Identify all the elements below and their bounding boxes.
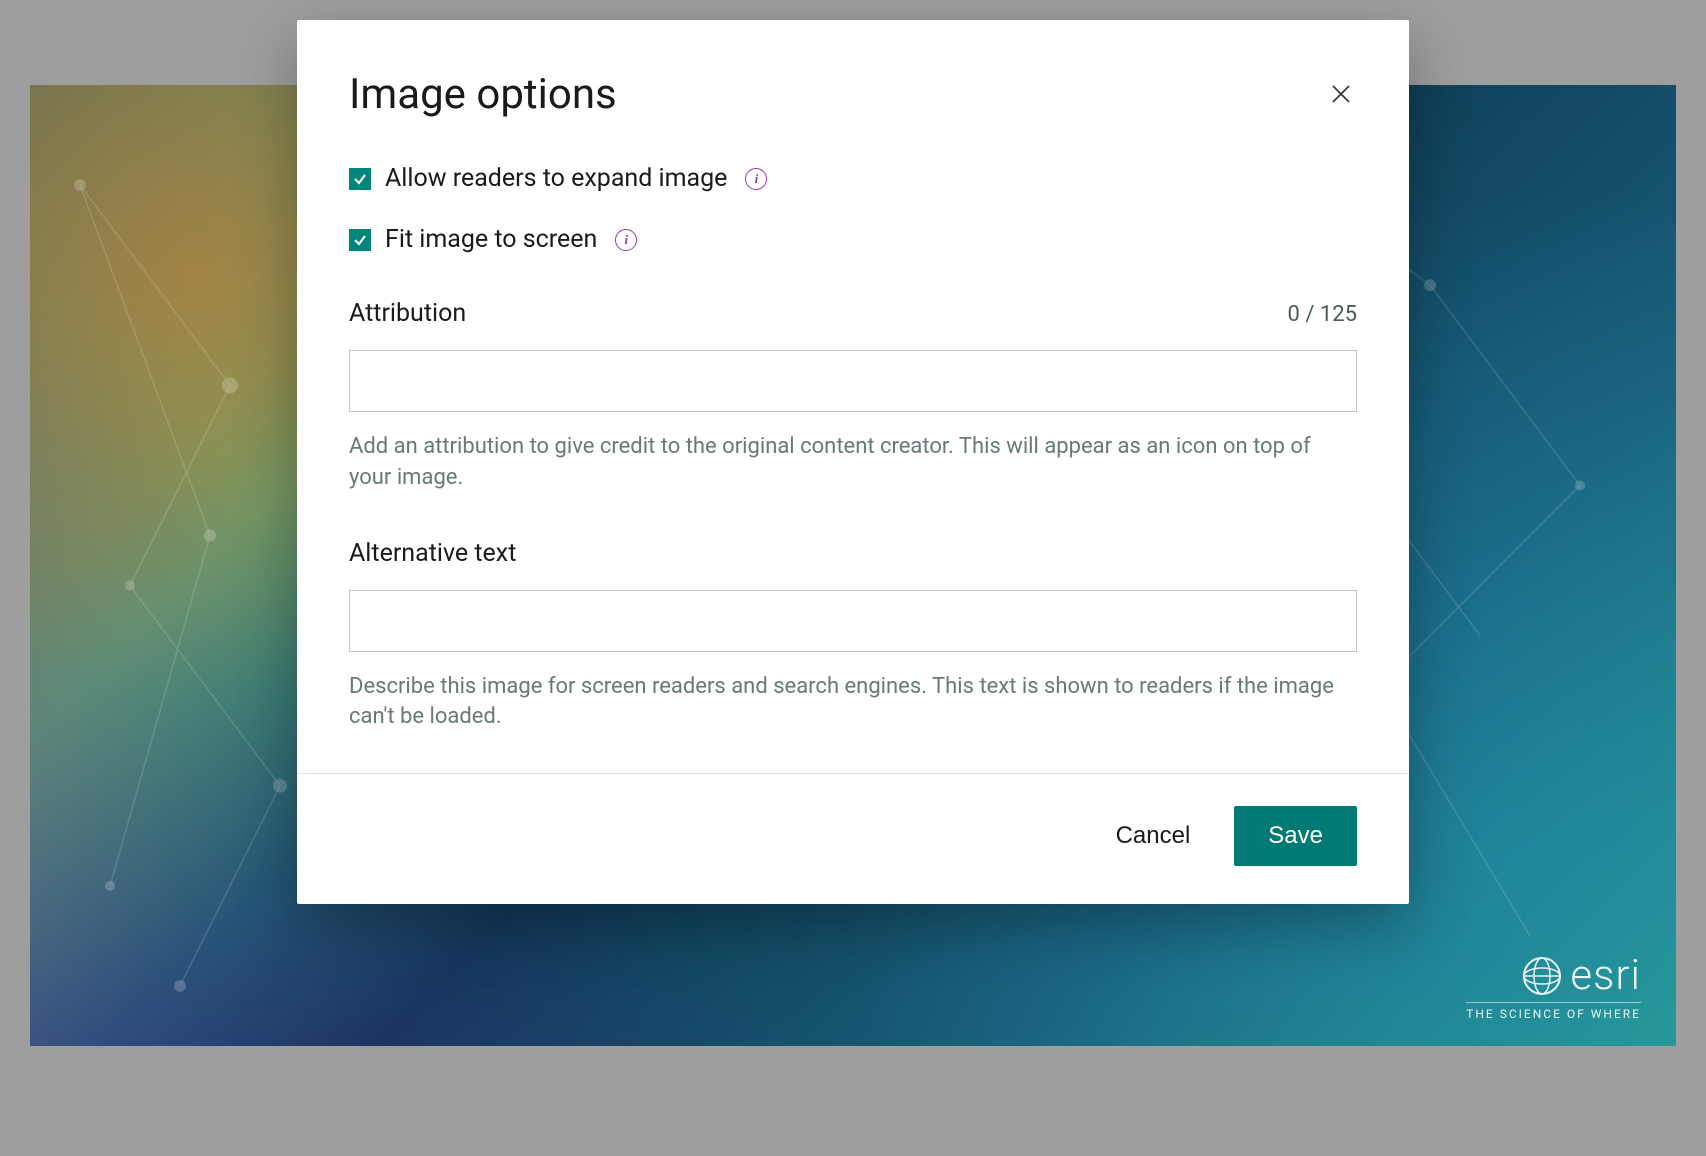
attribution-section: Attribution 0 / 125 Add an attribution t… <box>349 299 1357 494</box>
alt-text-help-text: Describe this image for screen readers a… <box>349 672 1357 734</box>
allow-expand-label: Allow readers to expand image <box>385 164 727 193</box>
modal-title: Image options <box>349 70 617 119</box>
alt-text-input[interactable] <box>349 590 1357 652</box>
image-options-modal: Image options Allow readers to expand im… <box>297 20 1409 904</box>
attribution-counter: 0 / 125 <box>1288 302 1357 327</box>
save-button[interactable]: Save <box>1234 806 1357 866</box>
modal-footer: Cancel Save <box>297 773 1409 904</box>
modal-header: Image options <box>297 20 1409 149</box>
fit-screen-checkbox[interactable] <box>349 229 371 251</box>
fit-screen-row: Fit image to screen i <box>349 225 1357 254</box>
alt-text-label: Alternative text <box>349 539 516 568</box>
check-icon <box>352 232 368 248</box>
cancel-button[interactable]: Cancel <box>1100 808 1207 864</box>
esri-logo: esri THE SCIENCE OF WHERE <box>1466 951 1641 1021</box>
info-icon[interactable]: i <box>745 168 767 190</box>
info-icon[interactable]: i <box>615 229 637 251</box>
allow-expand-checkbox[interactable] <box>349 168 371 190</box>
attribution-input[interactable] <box>349 350 1357 412</box>
alt-text-section: Alternative text Describe this image for… <box>349 539 1357 734</box>
esri-tagline: THE SCIENCE OF WHERE <box>1466 1002 1641 1021</box>
esri-brand-text: esri <box>1570 951 1641 1000</box>
close-button[interactable] <box>1325 78 1357 110</box>
attribution-label: Attribution <box>349 299 466 328</box>
modal-body: Allow readers to expand image i Fit imag… <box>297 149 1409 773</box>
close-icon <box>1329 82 1353 106</box>
attribution-help-text: Add an attribution to give credit to the… <box>349 432 1357 494</box>
allow-expand-row: Allow readers to expand image i <box>349 164 1357 193</box>
check-icon <box>352 171 368 187</box>
fit-screen-label: Fit image to screen <box>385 225 597 254</box>
globe-icon <box>1522 956 1562 996</box>
